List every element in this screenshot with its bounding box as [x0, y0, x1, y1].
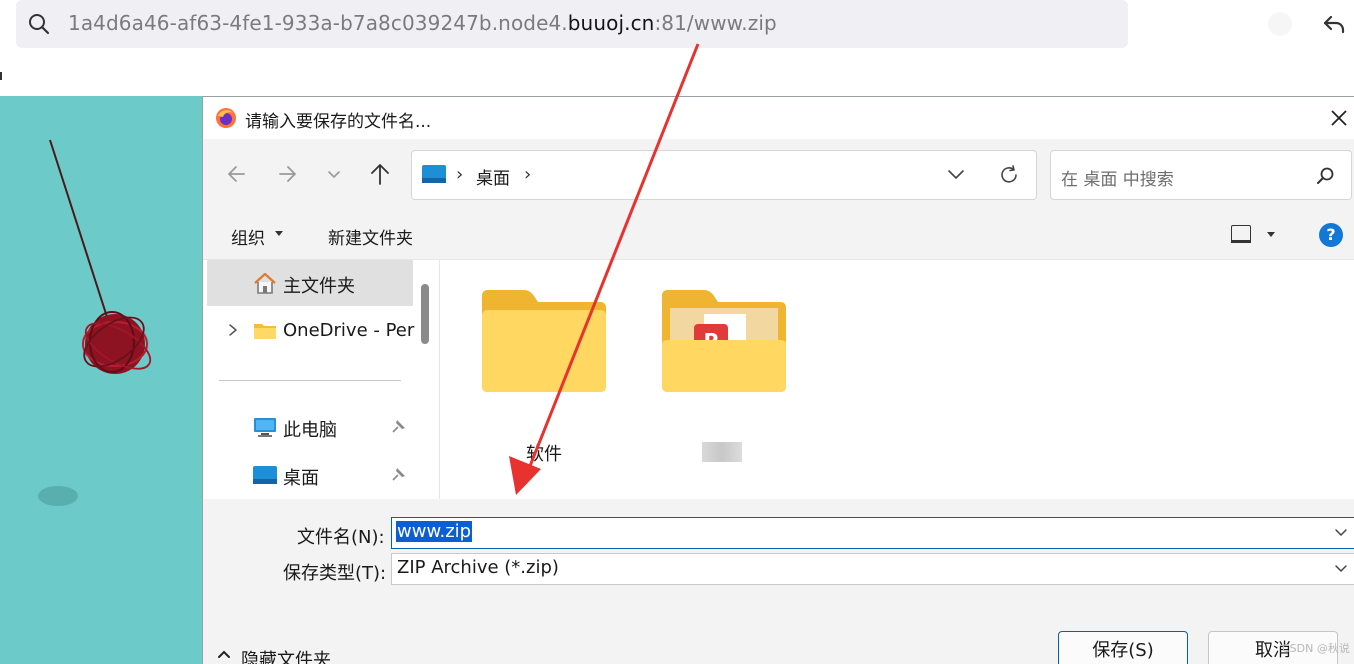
back-arrow-icon[interactable] — [223, 161, 249, 187]
dialog-title: 请输入要保存的文件名... — [245, 112, 432, 132]
search-input[interactable]: 在 桌面 中搜索 — [1050, 150, 1352, 200]
filename-value[interactable]: www.zip — [396, 521, 473, 542]
chevron-down-icon[interactable] — [1334, 528, 1348, 538]
folder-icon — [482, 290, 606, 392]
chevron-down-icon[interactable] — [946, 167, 966, 183]
sidebar-item-home[interactable]: 主文件夹 — [207, 260, 413, 306]
navigation-pane: 主文件夹 OneDrive - Per 此电脑 桌面 — [203, 259, 439, 499]
desktop-icon — [422, 165, 446, 183]
dialog-titlebar: 请输入要保存的文件名... — [203, 97, 1354, 139]
nav-scrollbar[interactable] — [417, 260, 433, 500]
folder-with-document-icon: P — [662, 290, 786, 392]
filetype-select[interactable]: ZIP Archive (*.zip) — [391, 553, 1354, 585]
folder-name: 软件 — [526, 444, 562, 465]
recent-locations-chevron-icon[interactable] — [321, 161, 347, 187]
breadcrumb[interactable]: › 桌面 › — [411, 150, 1037, 200]
folder-item[interactable]: P — [640, 280, 790, 470]
sidebar-item-label: 桌面 — [283, 468, 319, 489]
search-icon — [29, 14, 50, 35]
url-prefix: 1a4d6a46-af63-4fe1-933a-b7a8c039247b.nod… — [68, 11, 568, 35]
folder-item[interactable]: 软件 — [460, 280, 610, 470]
navigation-bar: › 桌面 › 在 桌面 中搜索 — [203, 139, 1354, 209]
home-icon — [254, 272, 276, 294]
folder-icon — [254, 324, 276, 339]
chevron-right-icon[interactable] — [227, 322, 239, 338]
search-icon — [1317, 167, 1334, 184]
desktop-icon — [253, 466, 277, 484]
sidebar-item-label: 主文件夹 — [283, 276, 355, 297]
sidebar-item-onedrive[interactable]: OneDrive - Per — [207, 308, 415, 354]
refresh-icon[interactable] — [998, 164, 1020, 186]
chevron-up-icon[interactable] — [217, 649, 231, 659]
sidebar-item-label: 此电脑 — [283, 420, 337, 441]
address-text[interactable]: 1a4d6a46-af63-4fe1-933a-b7a8c039247b.nod… — [68, 11, 777, 35]
filetype-value: ZIP Archive (*.zip) — [397, 557, 559, 578]
url-suffix: :81/www.zip — [654, 11, 777, 35]
breadcrumb-separator[interactable]: › — [524, 164, 531, 185]
dialog-footer: 隐藏文件夹 保存(S) 取消 — [203, 601, 1354, 664]
new-folder-button[interactable]: 新建文件夹 — [328, 224, 413, 249]
extension-dot-icon[interactable] — [1268, 12, 1292, 36]
save-file-dialog: 请输入要保存的文件名... › 桌面 › 在 桌面 中搜索 组织 新建文件夹 ?… — [202, 96, 1354, 664]
shadow-blob — [38, 486, 78, 506]
breadcrumb-location[interactable]: 桌面 — [476, 164, 510, 189]
filename-field[interactable]: www.zip — [391, 517, 1354, 549]
scroll-thumb[interactable] — [421, 284, 429, 344]
firefox-icon — [216, 108, 236, 128]
view-mode-icon[interactable] — [1231, 225, 1251, 243]
browser-toolbar: 1a4d6a46-af63-4fe1-933a-b7a8c039247b.nod… — [0, 0, 1354, 96]
save-button[interactable]: 保存(S) — [1058, 631, 1188, 664]
computer-icon — [254, 418, 276, 437]
yarn-ball-icon — [82, 311, 152, 374]
watermark: CSDN @秋说 — [1282, 642, 1350, 655]
sidebar-item-desktop[interactable]: 桌面 — [207, 452, 413, 498]
url-host: buuoj.cn — [567, 11, 655, 35]
dialog-toolbar: 组织 新建文件夹 ? — [203, 209, 1354, 259]
pin-icon — [392, 468, 405, 481]
file-list: 软件 P — [439, 259, 1354, 499]
caret-down-icon[interactable] — [275, 231, 283, 236]
forward-arrow-icon[interactable] — [275, 161, 301, 187]
sidebar-item-this-pc[interactable]: 此电脑 — [207, 404, 413, 450]
page-background-scene — [0, 96, 205, 664]
undo-arrow-icon[interactable] — [1322, 12, 1346, 36]
tab-edge-mark — [0, 72, 2, 80]
close-icon[interactable] — [1327, 106, 1351, 130]
filetype-label: 保存类型(T): — [283, 563, 387, 584]
breadcrumb-separator[interactable]: › — [456, 164, 463, 185]
pin-icon — [392, 420, 405, 433]
chevron-down-icon[interactable] — [1334, 564, 1348, 574]
organize-menu[interactable]: 组织 — [231, 224, 265, 249]
save-form: 文件名(N): www.zip 保存类型(T): ZIP Archive (*.… — [203, 499, 1354, 601]
hanging-ball-illustration — [38, 139, 152, 506]
caret-down-icon[interactable] — [1267, 232, 1275, 237]
filename-label: 文件名(N): — [297, 527, 385, 548]
sidebar-item-label: OneDrive - Per — [283, 320, 415, 341]
up-arrow-icon[interactable] — [367, 161, 393, 187]
hide-folders-toggle[interactable]: 隐藏文件夹 — [241, 646, 331, 664]
nav-divider — [219, 380, 401, 381]
search-placeholder: 在 桌面 中搜索 — [1061, 170, 1174, 190]
help-icon[interactable]: ? — [1319, 223, 1343, 247]
folder-name-blurred — [702, 442, 742, 462]
